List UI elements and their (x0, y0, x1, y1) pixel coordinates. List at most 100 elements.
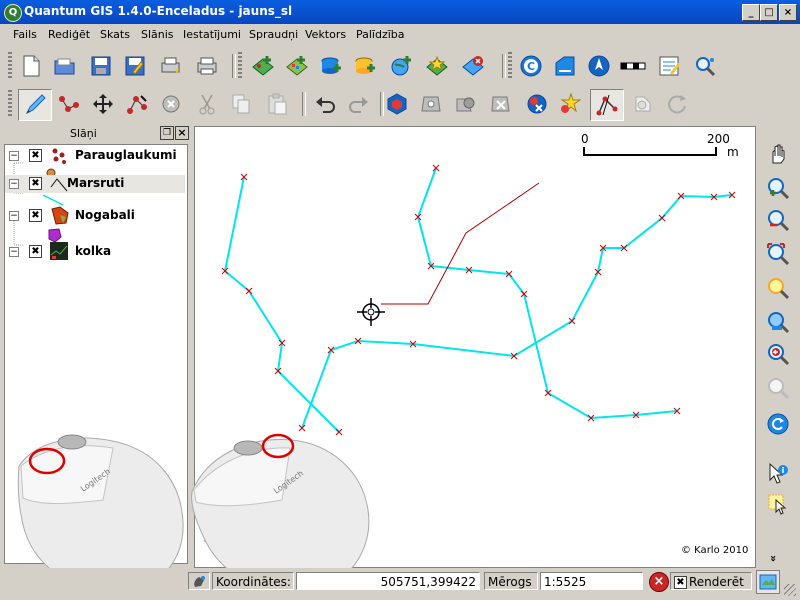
remove-layer-icon[interactable] (460, 53, 486, 79)
qgis-app-icon[interactable]: Q (4, 4, 22, 22)
projection-icon[interactable] (756, 570, 780, 594)
resize-grip[interactable] (784, 584, 796, 596)
add-island-icon[interactable] (452, 91, 478, 117)
copyright-label-icon[interactable]: C (518, 53, 544, 79)
scale-label: Mērogs (484, 572, 538, 590)
capture-point-icon[interactable] (56, 91, 82, 117)
new-vector-layer-icon[interactable] (424, 53, 450, 79)
layer-visibility-checkbox[interactable]: ✖ (29, 209, 42, 222)
layer-row-kolka[interactable]: − ✖ kolka (5, 242, 185, 261)
crosshair-cursor-icon (357, 298, 385, 326)
refresh-icon[interactable] (764, 410, 792, 438)
add-spatialite-layer-icon[interactable] (352, 53, 378, 79)
add-vector-layer-icon[interactable] (250, 53, 276, 79)
render-checkbox[interactable]: ✖ (674, 576, 687, 589)
node-tool-icon[interactable] (124, 91, 150, 117)
coordinates-field[interactable]: 505751,399422 (296, 572, 480, 590)
toolbar-grip[interactable] (238, 52, 242, 80)
svg-text:i: i (782, 466, 785, 475)
layer-expander[interactable]: − (9, 179, 19, 189)
cut-icon[interactable] (194, 91, 220, 117)
menu-vektors[interactable]: Vektors (305, 28, 346, 41)
edit-line[interactable] (381, 182, 540, 305)
print-composer-icon[interactable] (158, 53, 184, 79)
add-wms-layer-icon[interactable] (388, 53, 414, 79)
toggle-status-icon[interactable] (188, 572, 210, 590)
delete-ring-icon[interactable] (488, 91, 514, 117)
north-arrow-icon[interactable] (586, 53, 612, 79)
layer-row-marsruti[interactable]: − ✖ Marsruti (5, 175, 185, 193)
copy-icon[interactable] (228, 91, 254, 117)
status-bar: Koordinātes: 505751,399422 Mērogs 1:5525… (0, 568, 800, 600)
rotate-point-symbols-icon[interactable] (664, 91, 690, 117)
menu-palidziba[interactable]: Palīdzība (356, 28, 405, 41)
zoom-last-icon[interactable] (764, 340, 792, 368)
menu-slanis[interactable]: Slānis (141, 28, 174, 41)
toolbar-separator (502, 54, 506, 78)
zoom-next-icon[interactable] (764, 374, 792, 402)
vertex-marker[interactable] (245, 287, 253, 295)
point-layer-icon (49, 147, 69, 168)
scale-field[interactable]: 1:5525 (540, 572, 643, 590)
new-project-icon[interactable] (18, 53, 44, 79)
menu-fails[interactable]: Fails (13, 28, 37, 41)
toolbar-overflow-button[interactable]: » (767, 555, 780, 562)
plugin-search-icon[interactable] (692, 53, 718, 79)
maximize-button[interactable]: □ (760, 4, 778, 21)
layer-row-nogabali[interactable]: − ✖ Nogabali (5, 206, 185, 225)
move-feature-icon[interactable] (90, 91, 116, 117)
render-toggle[interactable]: ✖ Renderēt (670, 572, 752, 590)
route-line[interactable] (223, 176, 340, 433)
save-project-icon[interactable] (88, 53, 114, 79)
redo-icon[interactable] (346, 91, 372, 117)
stop-render-button[interactable]: × (649, 572, 669, 592)
menu-skats[interactable]: Skats (100, 28, 130, 41)
toolbar-grip[interactable] (8, 52, 12, 80)
add-raster-layer-icon[interactable] (284, 53, 310, 79)
save-as-icon[interactable] (122, 53, 148, 79)
layer-visibility-checkbox[interactable]: ✖ (29, 245, 42, 258)
layer-expander[interactable]: − (9, 151, 19, 161)
float-panel-button[interactable]: ❐ (160, 126, 174, 140)
identify-icon[interactable]: i (764, 460, 792, 488)
pan-icon[interactable] (764, 140, 792, 168)
layer-visibility-checkbox[interactable]: ✖ (29, 177, 42, 190)
close-button[interactable]: × (779, 4, 797, 21)
toolbar-grip[interactable] (8, 90, 12, 118)
composer-icon[interactable] (656, 53, 682, 79)
layer-row-parauglaukumi[interactable]: − ✖ Parauglaukumi (5, 147, 185, 165)
open-project-icon[interactable] (52, 53, 78, 79)
layer-expander[interactable]: − (9, 211, 19, 221)
zoom-out-icon[interactable] (764, 206, 792, 234)
minimize-button[interactable]: _ (742, 4, 760, 21)
layer-visibility-checkbox[interactable]: ✖ (29, 149, 42, 162)
paste-icon[interactable] (264, 91, 290, 117)
vertex-marker[interactable] (658, 214, 666, 222)
delete-part-icon[interactable] (524, 91, 550, 117)
zoom-to-selection-icon[interactable] (764, 274, 792, 302)
scale-bar-icon[interactable] (552, 53, 578, 79)
zoom-to-layer-icon[interactable] (764, 308, 792, 336)
zoom-full-icon[interactable] (764, 240, 792, 268)
undo-icon[interactable] (312, 91, 338, 117)
toggle-editing-icon[interactable] (18, 89, 52, 121)
split-features-icon[interactable] (590, 89, 624, 121)
select-icon[interactable] (764, 490, 792, 518)
toolbar-grip[interactable] (508, 52, 512, 80)
merge-features-icon[interactable] (630, 91, 656, 117)
menu-spraudni[interactable]: Spraudņi (249, 28, 298, 41)
scalebar-decoration-icon[interactable] (620, 53, 646, 79)
simplify-feature-icon[interactable] (384, 91, 410, 117)
close-panel-button[interactable]: × (175, 126, 189, 140)
zoom-in-icon[interactable] (764, 174, 792, 202)
reshape-features-icon[interactable] (558, 91, 584, 117)
add-ring-icon[interactable] (418, 91, 444, 117)
route-line[interactable] (416, 167, 678, 420)
menu-iestatijumi[interactable]: Iestatījumi (183, 28, 241, 41)
print-icon[interactable] (194, 53, 220, 79)
map-navigation-toolbar: i » (756, 126, 800, 566)
menu-rediget[interactable]: Rediģēt (48, 28, 90, 41)
delete-selected-icon[interactable] (158, 91, 184, 117)
add-postgis-layer-icon[interactable] (318, 53, 344, 79)
layer-expander[interactable]: − (9, 247, 19, 257)
